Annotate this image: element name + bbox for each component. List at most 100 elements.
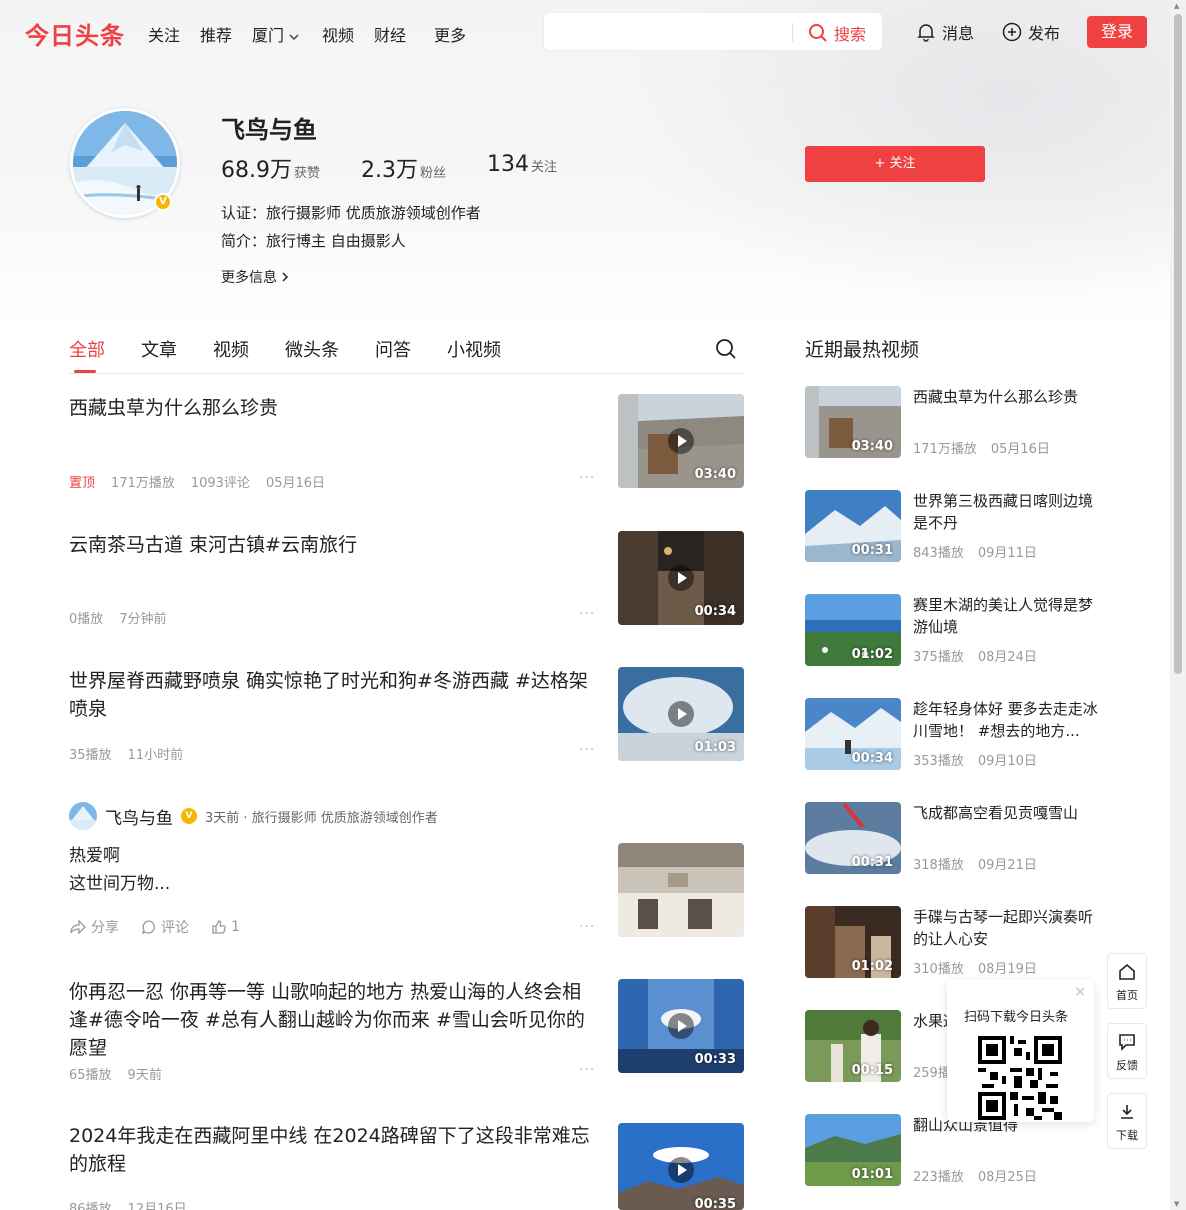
hot-video-title[interactable]: 手碟与古琴一起即兴演奏听的让人心安 (913, 906, 1103, 950)
hot-video-thumbnail[interactable]: 01:01 (805, 1114, 901, 1186)
avatar-glacier-image (69, 802, 97, 830)
hot-video-title[interactable]: 世界第三极西藏日喀则边境是不丹 (913, 490, 1103, 534)
hot-video-date: 05月16日 (990, 442, 1050, 457)
play-icon (668, 1157, 694, 1183)
more-options-icon[interactable]: ··· (579, 742, 595, 758)
hot-video-item[interactable]: 01:02 赛里木湖的美让人觉得是梦游仙境 375播放 08月24日 (805, 594, 1105, 666)
nav-recommend[interactable]: 推荐 (200, 22, 232, 46)
tab-articles[interactable]: 文章 (141, 336, 177, 362)
hot-video-title[interactable]: 赛里木湖的美让人觉得是梦游仙境 (913, 594, 1103, 638)
scroll-down-icon[interactable]: ▼ (1174, 1200, 1179, 1208)
stat-fans-label: 粉丝 (420, 166, 447, 181)
more-options-icon[interactable]: ··· (579, 919, 595, 935)
more-options-icon[interactable]: ··· (579, 470, 595, 486)
plus-circle-icon (1002, 22, 1022, 42)
comment-button[interactable]: 评论 (141, 917, 189, 937)
download-tool-button[interactable]: 下载 (1107, 1093, 1147, 1149)
nav-finance[interactable]: 财经 (374, 22, 406, 46)
search-input[interactable] (552, 19, 782, 45)
more-info-link[interactable]: 更多信息 (221, 267, 289, 287)
follow-button[interactable]: + 关注 (805, 146, 985, 182)
hot-video-item[interactable]: 03:40 西藏虫草为什么那么珍贵 171万播放 05月16日 (805, 386, 1105, 458)
close-icon[interactable]: × (1074, 984, 1086, 1000)
tab-search-button[interactable] (715, 338, 737, 364)
feed-item-thumbnail[interactable]: 00:33 (618, 979, 744, 1073)
video-duration: 00:34 (851, 751, 893, 766)
stat-following[interactable]: 134 关注 (487, 152, 557, 177)
top-navigation: 今日头条 关注 推荐 厦门 视频 财经 更多 搜索 消息 发布 登录 (0, 0, 1170, 64)
hot-video-item[interactable]: 00:31 飞成都高空看见贡嘎雪山 318播放 09月21日 (805, 802, 1105, 874)
more-options-icon[interactable]: ··· (579, 1062, 595, 1078)
micro-post-author[interactable]: 飞鸟与鱼 (105, 804, 173, 829)
nav-video[interactable]: 视频 (322, 22, 354, 46)
hot-video-thumbnail[interactable]: 03:40 (805, 386, 901, 458)
stat-likes-value: 68.9万 (221, 158, 292, 183)
hot-video-thumbnail[interactable]: 00:15 (805, 1010, 901, 1082)
hot-video-thumbnail[interactable]: 01:02 (805, 906, 901, 978)
nav-follow[interactable]: 关注 (148, 22, 180, 46)
feed-item-plays: 35播放 (69, 748, 112, 763)
hot-video-date: 09月21日 (977, 858, 1037, 873)
pinned-badge: 置顶 (69, 476, 96, 491)
feed-item-title[interactable]: 西藏虫草为什么那么珍贵 (69, 394, 594, 422)
tab-qa[interactable]: 问答 (375, 336, 411, 362)
scroll-up-icon[interactable]: ▲ (1174, 2, 1179, 10)
feed-item-title[interactable]: 你再忍一忍 你再等一等 山歌响起的地方 热爱山海的人终会相逢#德令哈一夜 #总有… (69, 978, 594, 1062)
more-options-icon[interactable]: ··· (579, 606, 595, 622)
play-icon (668, 1013, 694, 1039)
hot-video-date: 08月25日 (977, 1170, 1037, 1185)
feed-item-date: 9天前 (127, 1068, 162, 1083)
micro-post-image[interactable] (618, 843, 744, 937)
hot-video-item[interactable]: 00:31 世界第三极西藏日喀则边境是不丹 843播放 09月11日 (805, 490, 1105, 562)
hot-video-meta: 310播放 08月19日 (913, 958, 1037, 977)
video-duration: 01:02 (851, 959, 893, 974)
share-button[interactable]: 分享 (69, 917, 119, 937)
feed-item-title[interactable]: 世界屋脊西藏野喷泉 确实惊艳了时光和狗#冬游西藏 #达格架喷泉 (69, 667, 594, 723)
tab-videos[interactable]: 视频 (213, 336, 249, 362)
stat-fans[interactable]: 2.3万 粉丝 (361, 152, 446, 184)
nav-more[interactable]: 更多 (434, 22, 466, 46)
kitchen-photo (618, 843, 744, 937)
hot-video-plays: 375播放 (913, 650, 964, 665)
hot-video-thumbnail[interactable]: 00:34 (805, 698, 901, 770)
profile-bio: 简介：旅行博主 自由摄影人 (221, 232, 406, 250)
scrollbar-thumb[interactable] (1174, 14, 1182, 674)
share-label: 分享 (91, 920, 119, 936)
feedback-tool-button[interactable]: 反馈 (1107, 1023, 1147, 1079)
hot-video-plays: 843播放 (913, 546, 964, 561)
messages-button[interactable]: 消息 (916, 20, 974, 44)
hot-video-thumbnail[interactable]: 00:31 (805, 802, 901, 874)
feed-item-thumbnail[interactable]: 03:40 (618, 394, 744, 488)
nav-city[interactable]: 厦门 (252, 22, 299, 46)
hot-video-item[interactable]: 01:02 手碟与古琴一起即兴演奏听的让人心安 310播放 08月19日 (805, 906, 1105, 978)
search-button-label: 搜索 (834, 25, 867, 44)
micro-post-avatar[interactable] (69, 802, 97, 830)
hot-video-title[interactable]: 趁年轻身体好 要多去走走冰川雪地！ #想去的地方... (913, 698, 1103, 742)
like-count: 1 (231, 919, 240, 935)
hot-video-title[interactable]: 西藏虫草为什么那么珍贵 (913, 386, 1103, 408)
feed-item-title[interactable]: 云南茶马古道 束河古镇#云南旅行 (69, 531, 594, 559)
feed-item-thumbnail[interactable]: 01:03 (618, 667, 744, 761)
tab-short-videos[interactable]: 小视频 (447, 336, 501, 362)
login-button[interactable]: 登录 (1087, 16, 1147, 48)
hot-video-thumbnail[interactable]: 00:31 (805, 490, 901, 562)
hot-video-item[interactable]: 01:01 翻山众山景值得 223播放 08月25日 (805, 1114, 1105, 1186)
micro-post-text[interactable]: 热爱啊 这世间万物... (69, 842, 170, 898)
hot-video-date: 09月11日 (977, 546, 1037, 561)
publish-button[interactable]: 发布 (1002, 20, 1060, 44)
home-tool-button[interactable]: 首页 (1107, 953, 1147, 1009)
hot-video-thumbnail[interactable]: 01:02 (805, 594, 901, 666)
feed-item-thumbnail[interactable]: 00:34 (618, 531, 744, 625)
feed-item-thumbnail[interactable]: 00:35 (618, 1123, 744, 1210)
hot-video-title[interactable]: 飞成都高空看见贡嘎雪山 (913, 802, 1103, 824)
bell-icon (917, 24, 935, 42)
toutiao-logo[interactable]: 今日头条 (25, 16, 125, 51)
search-button[interactable]: 搜索 (808, 21, 866, 45)
tab-all[interactable]: 全部 (69, 336, 105, 362)
feed-item-title[interactable]: 2024年我走在西藏阿里中线 在2024路碑留下了这段非常难忘的旅程 (69, 1122, 594, 1178)
tab-micro[interactable]: 微头条 (285, 336, 339, 362)
like-button[interactable]: 1 (211, 917, 240, 937)
hot-video-item[interactable]: 00:34 趁年轻身体好 要多去走走冰川雪地！ #想去的地方... 353播放 0… (805, 698, 1105, 770)
hot-video-date: 08月24日 (977, 650, 1037, 665)
stat-likes: 68.9万 获赞 (221, 152, 320, 184)
